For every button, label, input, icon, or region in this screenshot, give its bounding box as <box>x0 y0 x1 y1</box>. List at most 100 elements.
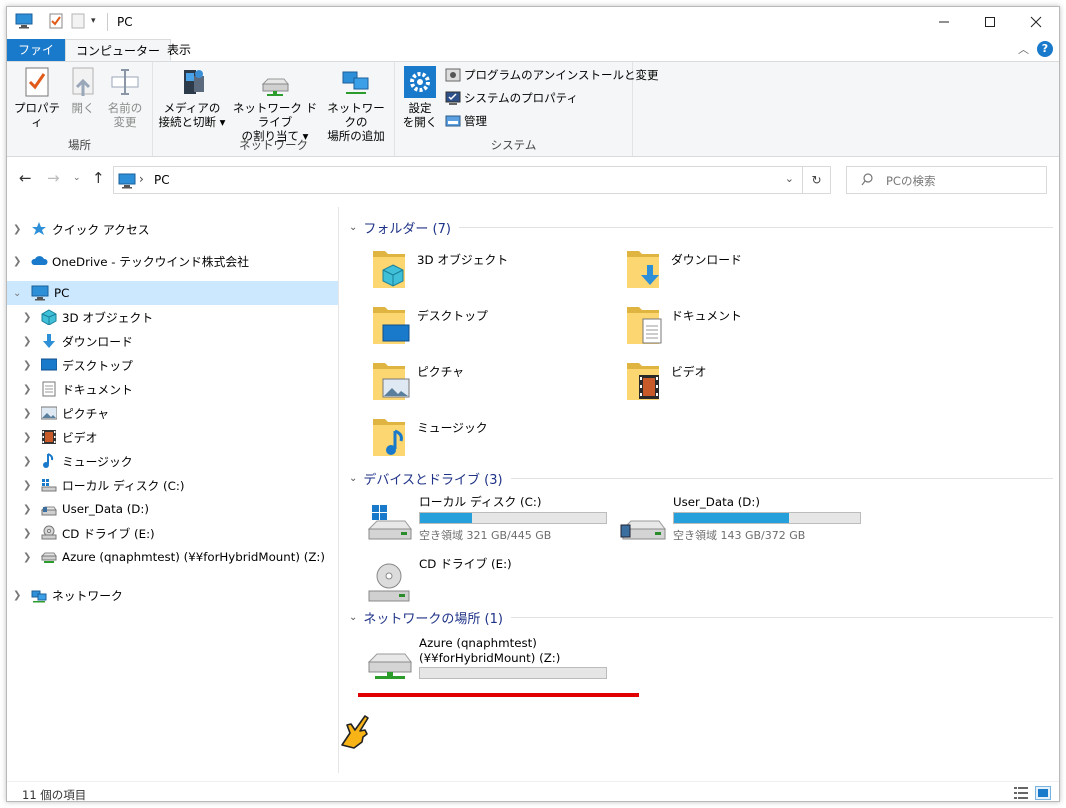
ribbon-group-location: プロパティ 開く 名前の 変更 場所 <box>7 62 153 156</box>
expand-chevron-icon[interactable]: ❯ <box>13 224 23 235</box>
nav-pc[interactable]: ⌄ PC <box>7 281 338 305</box>
collapse-chevron-icon[interactable]: ⌄ <box>349 473 357 484</box>
windows-drive-icon <box>368 505 412 540</box>
folder-videos[interactable]: ビデオ <box>625 357 865 411</box>
uninstall-program-button[interactable]: プログラムのアンインストールと変更 <box>445 65 658 85</box>
network-icon <box>31 587 47 603</box>
nav-3d-objects[interactable]: ❯ 3D オブジェクト <box>23 305 153 329</box>
windows-drive-icon <box>41 477 57 493</box>
pc-icon <box>31 285 49 301</box>
explorer-window: ▾ PC ファイル コンピューター 表示 ︿ ? プロパティ <box>6 6 1060 802</box>
nav-local-disk-c[interactable]: ❯ ローカル ディスク (C:) <box>23 473 184 497</box>
section-header-network-locations[interactable]: ⌄ ネットワークの場所 (1) <box>345 607 1053 627</box>
properties-quick-icon[interactable] <box>49 13 63 32</box>
nav-music[interactable]: ❯ ミュージック <box>23 449 133 473</box>
close-button[interactable] <box>1013 7 1059 37</box>
status-bar: 11 個の項目 <box>7 781 1059 803</box>
folder-documents[interactable]: ドキュメント <box>625 301 865 355</box>
tab-view[interactable]: 表示 <box>157 39 201 61</box>
folder-downloads[interactable]: ダウンロード <box>625 245 865 299</box>
help-icon[interactable]: ? <box>1037 41 1053 57</box>
add-network-location-button[interactable]: ネットワークの 場所の追加 <box>323 66 389 143</box>
nav-downloads[interactable]: ❯ ダウンロード <box>23 329 133 353</box>
manage-button[interactable]: 管理 <box>445 111 487 131</box>
properties-button[interactable]: プロパティ <box>11 66 63 129</box>
music-note-icon <box>41 453 57 469</box>
nav-pictures[interactable]: ❯ ピクチャ <box>23 401 109 425</box>
media-connect-button[interactable]: メディアの 接続と切断 ▾ <box>157 66 227 129</box>
refresh-button[interactable]: ↻ <box>803 166 831 194</box>
music-folder-icon <box>373 419 405 456</box>
videos-folder-icon <box>627 363 659 400</box>
drive-user-data-d[interactable]: User_Data (D:) 空き領域 143 GB/372 GB <box>619 495 869 555</box>
pc-icon <box>15 13 33 32</box>
nav-cd-drive-e[interactable]: ❯ CD ドライブ (E:) <box>23 521 155 545</box>
nav-quick-access[interactable]: ❯ クイック アクセス <box>13 217 150 241</box>
collapse-chevron-icon[interactable]: ⌄ <box>349 222 357 233</box>
open-settings-button[interactable]: 設定 を開く <box>401 66 439 129</box>
media-device-icon <box>176 66 208 98</box>
details-view-icon[interactable] <box>1013 786 1029 800</box>
folder-music[interactable]: ミュージック <box>371 413 611 467</box>
window-title: PC <box>117 15 133 29</box>
open-button[interactable]: 開く <box>65 66 101 115</box>
drive-icon <box>40 501 57 517</box>
collapse-chevron-icon[interactable]: ⌄ <box>349 612 357 623</box>
large-icons-view-icon[interactable] <box>1035 786 1051 800</box>
section-header-devices[interactable]: ⌄ デバイスとドライブ (3) <box>345 468 1053 488</box>
system-properties-button[interactable]: システムのプロパティ <box>445 88 578 108</box>
collapse-chevron-icon[interactable]: ⌄ <box>13 288 23 299</box>
up-arrow-icon[interactable]: ↑ <box>92 169 105 187</box>
folder-3d-objects[interactable]: 3D オブジェクト <box>371 245 611 299</box>
forward-arrow-icon[interactable]: → <box>47 169 60 187</box>
expand-chevron-icon[interactable]: ❯ <box>13 256 23 267</box>
folder-desktop[interactable]: デスクトップ <box>371 301 611 355</box>
nav-documents[interactable]: ❯ ドキュメント <box>23 377 133 401</box>
rename-button[interactable]: 名前の 変更 <box>103 66 147 129</box>
expand-chevron-icon[interactable]: ❯ <box>13 590 23 601</box>
3d-objects-folder-icon <box>373 251 405 288</box>
download-arrow-icon <box>41 333 57 349</box>
group-label-location: 場所 <box>68 138 91 152</box>
breadcrumb-pc[interactable]: PC <box>154 173 170 187</box>
manage-icon <box>445 113 461 129</box>
nav-user-data-d[interactable]: ❯ User_Data (D:) <box>23 497 149 521</box>
tab-file[interactable]: ファイル <box>7 39 65 79</box>
network-drive-icon <box>40 549 57 565</box>
program-uninstall-icon <box>445 67 461 83</box>
address-bar[interactable]: › PC ⌄ <box>113 166 803 194</box>
documents-folder-icon <box>627 307 662 344</box>
new-folder-quick-icon[interactable] <box>71 13 85 32</box>
nav-network[interactable]: ❯ ネットワーク <box>13 583 123 607</box>
folder-pictures[interactable]: ピクチャ <box>371 357 611 411</box>
nav-desktop[interactable]: ❯ デスクトップ <box>23 353 133 377</box>
customize-quick-access-icon[interactable]: ▾ <box>91 16 96 26</box>
drive-local-disk-c[interactable]: ローカル ディスク (C:) 空き領域 321 GB/445 GB <box>365 495 615 555</box>
group-label-network: ネットワーク <box>239 138 308 152</box>
group-label-system: システム <box>490 138 537 152</box>
capacity-bar <box>673 512 861 524</box>
minimize-button[interactable] <box>921 7 967 37</box>
network-drive-azure-z[interactable]: Azure (qnaphmtest) (¥¥forHybridMount) (Z… <box>365 636 615 696</box>
capacity-bar <box>419 667 607 679</box>
ribbon-group-system: 設定 を開く プログラムのアンインストールと変更 システムのプロパティ 管理 シ… <box>395 62 658 156</box>
back-arrow-icon[interactable]: ← <box>19 169 32 187</box>
search-box[interactable]: PCの検索 <box>846 166 1047 194</box>
tab-computer[interactable]: コンピューター <box>65 39 172 61</box>
nav-azure-z[interactable]: ❯ Azure (qnaphmtest) (¥¥forHybridMount) … <box>23 545 325 569</box>
network-location-icon <box>340 66 372 98</box>
settings-gear-icon <box>404 66 436 98</box>
recent-locations-chevron-icon[interactable]: ⌄ <box>73 173 81 183</box>
capacity-bar-fill <box>420 513 473 523</box>
collapse-ribbon-icon[interactable]: ︿ <box>1018 41 1029 57</box>
pictures-folder-icon <box>373 363 410 400</box>
address-dropdown-icon[interactable]: ⌄ <box>785 172 794 185</box>
nav-onedrive[interactable]: ❯ OneDrive - テックウインド株式会社 <box>13 249 249 273</box>
section-header-folders[interactable]: ⌄ フォルダー (7) <box>345 217 1053 237</box>
network-drive-icon <box>259 66 291 98</box>
maximize-button[interactable] <box>967 7 1013 37</box>
map-network-drive-button[interactable]: ネットワーク ドライブ の割り当て ▾ <box>229 66 321 143</box>
rename-icon <box>109 66 141 98</box>
ribbon-tab-bar: ファイル コンピューター 表示 ︿ ? <box>7 37 1059 79</box>
nav-videos[interactable]: ❯ ビデオ <box>23 425 97 449</box>
